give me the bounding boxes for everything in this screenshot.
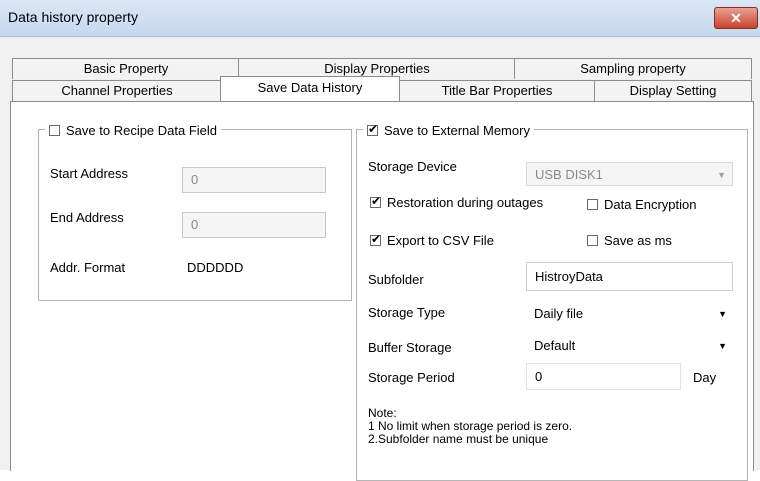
storage-period-input[interactable]: 0: [526, 363, 681, 390]
storage-type-value: Daily file: [534, 306, 584, 321]
encryption-label: Data Encryption: [604, 197, 697, 212]
chevron-down-icon: ▼: [717, 170, 726, 180]
tab-sampling-property[interactable]: Sampling property: [514, 58, 752, 79]
note-line-2: 2.Subfolder name must be unique: [368, 432, 549, 446]
recipe-legend[interactable]: Save to Recipe Data Field: [45, 123, 222, 138]
buffer-storage-value: Default: [534, 338, 576, 353]
window-title: Data history property: [8, 9, 138, 25]
external-checkbox[interactable]: [367, 122, 378, 136]
buffer-storage-select[interactable]: Default ▼: [528, 334, 733, 358]
restoration-label: Restoration during outages: [387, 195, 544, 210]
encryption-row[interactable]: Data Encryption: [587, 197, 697, 212]
csv-label: Export to CSV File: [387, 233, 494, 248]
storage-period-label: Storage Period: [368, 370, 455, 385]
storage-type-select[interactable]: Daily file ▼: [528, 302, 733, 326]
chevron-down-icon: ▼: [718, 341, 727, 351]
storage-device-label: Storage Device: [368, 159, 457, 174]
close-button[interactable]: ✕: [714, 7, 758, 29]
subfolder-input[interactable]: HistroyData: [526, 262, 733, 291]
storage-device-select[interactable]: USB DISK1 ▼: [526, 162, 733, 186]
recipe-legend-label: Save to Recipe Data Field: [66, 123, 218, 138]
external-legend[interactable]: Save to External Memory: [363, 122, 534, 138]
external-legend-label: Save to External Memory: [384, 123, 530, 138]
buffer-storage-label: Buffer Storage: [368, 340, 452, 355]
tab-save-data-history[interactable]: Save Data History: [220, 76, 400, 101]
restoration-checkbox[interactable]: [370, 194, 381, 208]
tab-panel: Save to Recipe Data Field Start Address …: [10, 101, 754, 481]
encryption-checkbox[interactable]: [587, 199, 598, 210]
addr-format-label: Addr. Format: [50, 260, 126, 275]
tab-display-setting[interactable]: Display Setting: [594, 80, 752, 101]
csv-checkbox[interactable]: [370, 232, 381, 246]
recipe-checkbox[interactable]: [49, 125, 60, 136]
storage-device-value: USB DISK1: [535, 167, 603, 182]
start-address-label: Start Address: [50, 166, 129, 181]
save-ms-checkbox[interactable]: [587, 235, 598, 246]
storage-period-unit: Day: [693, 370, 717, 385]
save-ms-label: Save as ms: [604, 233, 672, 248]
csv-row[interactable]: Export to CSV File: [370, 232, 494, 248]
restoration-row[interactable]: Restoration during outages: [370, 194, 544, 210]
title-bar[interactable]: Data history property ✕: [0, 0, 760, 37]
storage-type-label: Storage Type: [368, 305, 446, 320]
dialog-window: Data history property ✕ Basic Property D…: [0, 0, 760, 481]
save-ms-row[interactable]: Save as ms: [587, 233, 672, 248]
end-address-label: End Address: [50, 210, 124, 225]
subfolder-label: Subfolder: [368, 272, 424, 287]
tab-title-bar-properties[interactable]: Title Bar Properties: [398, 80, 596, 101]
end-address-field[interactable]: 0: [182, 212, 326, 238]
tab-basic-property[interactable]: Basic Property: [12, 58, 240, 79]
tab-channel-properties[interactable]: Channel Properties: [12, 80, 222, 101]
start-address-field[interactable]: 0: [182, 167, 326, 193]
addr-format-value: DDDDDD: [187, 260, 244, 275]
chevron-down-icon: ▼: [718, 309, 727, 319]
